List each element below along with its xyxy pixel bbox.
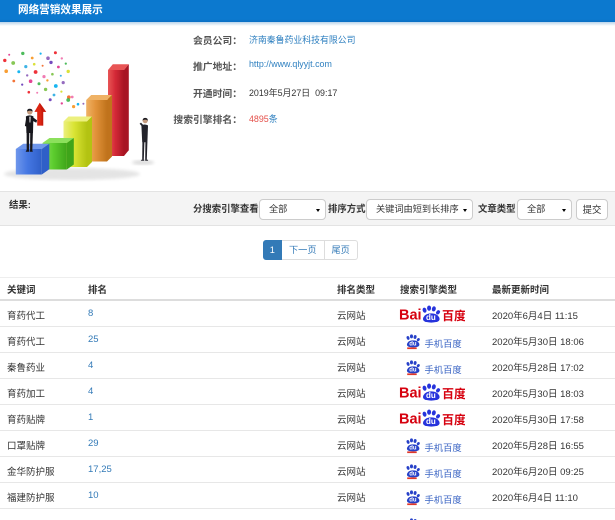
svg-text:du: du (409, 341, 417, 347)
svg-text:du: du (409, 471, 417, 477)
svg-text:du: du (409, 497, 417, 503)
svg-text:Bai: Bai (399, 386, 422, 402)
svg-text:du: du (426, 417, 436, 426)
svg-text:du: du (426, 391, 436, 400)
svg-text:du: du (409, 367, 417, 373)
svg-text:du: du (409, 445, 417, 451)
svg-text:Bai: Bai (399, 412, 422, 428)
svg-text:Bai: Bai (399, 308, 422, 324)
svg-text:du: du (426, 313, 436, 322)
svg-text:百度: 百度 (442, 385, 465, 401)
svg-text:百度: 百度 (442, 307, 465, 323)
svg-text:百度: 百度 (442, 411, 465, 427)
